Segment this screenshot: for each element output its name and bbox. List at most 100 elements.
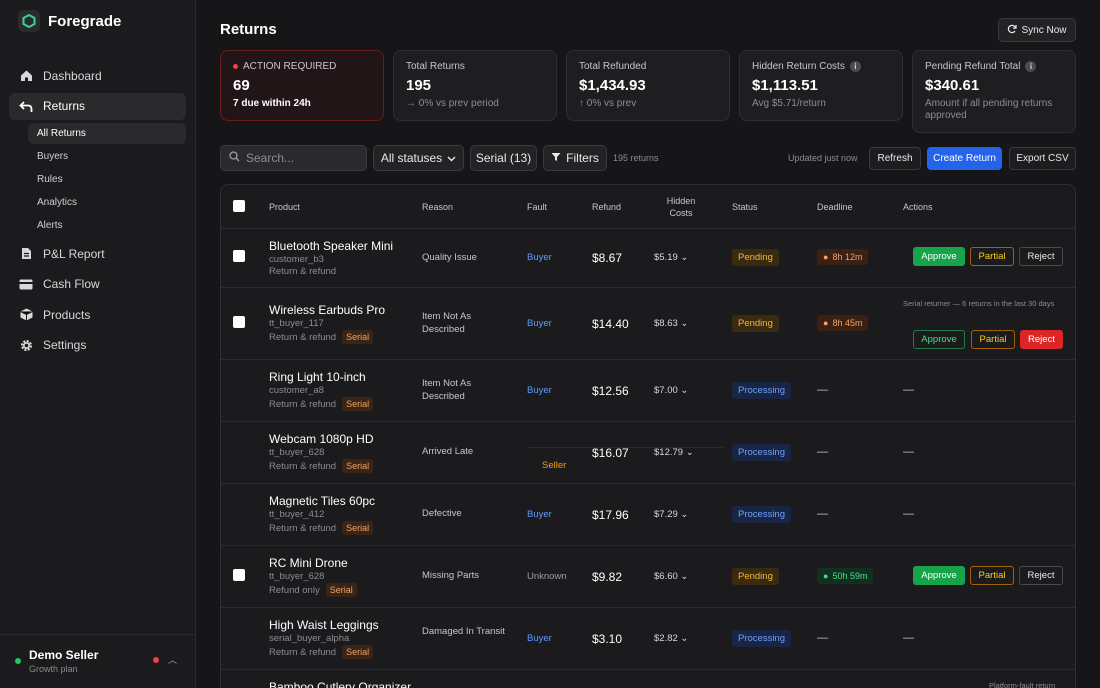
- product-name[interactable]: RC Mini Drone: [269, 556, 348, 570]
- row-checkbox[interactable]: [233, 569, 245, 581]
- table-row[interactable]: High Waist Leggings serial_buyer_alpha R…: [221, 608, 1075, 670]
- return-arrow-icon: [19, 99, 33, 113]
- sidebar-item-products[interactable]: Products: [9, 301, 186, 328]
- table-row[interactable]: Bluetooth Speaker Mini customer_b3 Retur…: [221, 229, 1075, 288]
- product-name[interactable]: High Waist Leggings: [269, 618, 379, 632]
- card-sub: 7 due within 24h: [233, 98, 311, 109]
- hidden-costs-dropdown[interactable]: $2.82 ⌄: [654, 633, 688, 644]
- table-row[interactable]: Ring Light 10-inch customer_a8 Return & …: [221, 360, 1075, 422]
- chevron-down-icon: ⌄: [680, 252, 689, 263]
- page-title: Returns: [220, 21, 277, 38]
- row-checkbox[interactable]: [233, 316, 245, 328]
- return-type-label: Return & refund: [269, 331, 337, 343]
- return-reason: Arrived Late: [422, 446, 474, 457]
- refund-amount: $14.40: [592, 317, 629, 331]
- customer-id: tt_buyer_628: [269, 447, 325, 458]
- column-refund[interactable]: Refund: [592, 202, 621, 212]
- sidebar-item-pl-report[interactable]: P&L Report: [9, 240, 186, 267]
- column-reason[interactable]: Reason: [422, 202, 453, 212]
- card-label: Pending Refund Total: [925, 61, 1021, 72]
- serial-filter-button[interactable]: Serial (13): [470, 145, 537, 171]
- column-deadline[interactable]: Deadline: [817, 202, 853, 212]
- returns-count: 195 returns: [613, 153, 659, 163]
- filters-button[interactable]: Filters: [543, 145, 607, 171]
- card-label: Total Returns: [406, 61, 465, 72]
- table-row[interactable]: Webcam 1080p HD tt_buyer_628 Return & re…: [221, 422, 1075, 484]
- filter-icon: [551, 151, 561, 165]
- search-input[interactable]: [246, 151, 356, 165]
- refresh-button[interactable]: Refresh: [869, 147, 921, 170]
- hidden-costs-dropdown[interactable]: $7.00 ⌄: [654, 385, 688, 396]
- column-fault[interactable]: Fault: [527, 202, 547, 212]
- returns-table: Product Reason Fault Refund Hidden Costs…: [220, 184, 1076, 688]
- select-all-checkbox[interactable]: [233, 200, 245, 212]
- deadline-value: 8h 12m: [832, 252, 863, 262]
- customer-id: customer_b3: [269, 254, 324, 265]
- refund-amount: $12.56: [592, 384, 629, 398]
- sidebar-item-settings[interactable]: Settings: [9, 332, 186, 359]
- approve-button[interactable]: Approve: [913, 566, 965, 585]
- customer-id: serial_buyer_alpha: [269, 633, 350, 644]
- hidden-costs-dropdown[interactable]: $5.19 ⌄: [654, 252, 688, 263]
- column-product[interactable]: Product: [269, 202, 300, 212]
- reject-button[interactable]: Reject: [1019, 566, 1063, 585]
- approve-button[interactable]: Approve: [913, 330, 965, 349]
- hidden-costs-dropdown[interactable]: $6.60 ⌄: [654, 571, 688, 582]
- deadline-badge: ● 50h 59m: [817, 568, 874, 584]
- product-name[interactable]: Webcam 1080p HD: [269, 432, 374, 446]
- brand[interactable]: Foregrade: [18, 10, 121, 32]
- column-status[interactable]: Status: [732, 202, 758, 212]
- create-return-button[interactable]: Create Return: [927, 147, 1002, 170]
- sidebar-item-cash-flow[interactable]: Cash Flow: [9, 271, 186, 298]
- product-name[interactable]: Bamboo Cutlery Organizer: [269, 680, 411, 688]
- card-action-required[interactable]: ACTION REQUIRED 69 7 due within 24h: [220, 50, 384, 121]
- column-hidden-costs[interactable]: Hidden Costs: [661, 195, 701, 219]
- serial-tag: Serial: [342, 645, 374, 659]
- card-value: $340.61: [925, 77, 980, 94]
- partial-button[interactable]: Partial: [971, 330, 1015, 349]
- product-name[interactable]: Ring Light 10-inch: [269, 370, 366, 384]
- return-type: Return & refund Serial: [269, 330, 374, 344]
- table-row[interactable]: RC Mini Drone tt_buyer_628 Refund only Se…: [221, 546, 1075, 608]
- sidebar-item-dashboard[interactable]: Dashboard: [9, 62, 186, 89]
- search-icon: [229, 151, 240, 165]
- sync-now-button[interactable]: Sync Now: [998, 18, 1076, 42]
- card-label: Total Refunded: [579, 61, 647, 72]
- sidebar-item-returns[interactable]: Returns: [9, 92, 186, 120]
- row-checkbox[interactable]: [233, 250, 245, 262]
- return-reason: Missing Parts: [422, 570, 480, 581]
- box-icon: [19, 308, 33, 322]
- subnav-buyers[interactable]: Buyers: [28, 146, 186, 167]
- hidden-costs-dropdown[interactable]: $12.79 ⌄: [654, 447, 694, 458]
- status-filter-select[interactable]: All statuses: [373, 145, 464, 171]
- serial-tag: Serial: [342, 459, 374, 473]
- approve-button[interactable]: Approve: [913, 247, 965, 266]
- seller-account[interactable]: Demo Seller Growth plan ︿: [0, 634, 196, 688]
- hidden-costs-dropdown[interactable]: $8.63 ⌄: [654, 318, 688, 329]
- table-row[interactable]: Bamboo Cutlery Organizer Platform-fault …: [221, 670, 1075, 688]
- product-name[interactable]: Wireless Earbuds Pro: [269, 303, 385, 317]
- subnav-analytics[interactable]: Analytics: [28, 192, 186, 213]
- export-csv-button[interactable]: Export CSV: [1009, 147, 1076, 170]
- reject-button[interactable]: Reject: [1020, 330, 1063, 349]
- partial-button[interactable]: Partial: [970, 566, 1014, 585]
- subnav-rules[interactable]: Rules: [28, 169, 186, 190]
- search-box[interactable]: [220, 145, 367, 171]
- chevron-up-icon[interactable]: ︿: [168, 653, 177, 666]
- table-row[interactable]: Wireless Earbuds Pro tt_buyer_117 Return…: [221, 288, 1075, 360]
- subnav-all-returns[interactable]: All Returns: [28, 123, 186, 144]
- reject-button[interactable]: Reject: [1019, 247, 1063, 266]
- column-actions: Actions: [903, 202, 933, 212]
- subnav-alerts[interactable]: Alerts: [28, 215, 186, 236]
- clock-icon: ●: [823, 571, 829, 581]
- card-value: 69: [233, 77, 250, 94]
- notification-dot: [153, 657, 159, 663]
- info-icon[interactable]: i: [849, 61, 861, 72]
- product-name[interactable]: Magnetic Tiles 60pc: [269, 494, 375, 508]
- partial-button[interactable]: Partial: [970, 247, 1014, 266]
- info-icon[interactable]: i: [1025, 61, 1037, 72]
- hidden-costs-dropdown[interactable]: $7.29 ⌄: [654, 509, 688, 520]
- return-type-label: Return & refund: [269, 460, 337, 472]
- product-name[interactable]: Bluetooth Speaker Mini: [269, 239, 393, 253]
- table-row[interactable]: Magnetic Tiles 60pc tt_buyer_412 Return …: [221, 484, 1075, 546]
